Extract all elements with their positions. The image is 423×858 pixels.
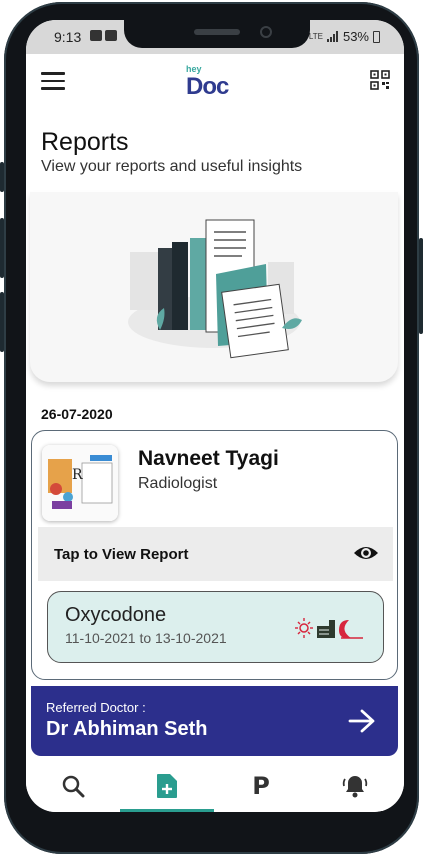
- p-icon: P: [252, 772, 270, 800]
- signal-icon: [326, 31, 338, 42]
- view-report-label: Tap to View Report: [54, 546, 189, 563]
- afternoon-icon: [317, 620, 335, 638]
- report-card[interactable]: R Navneet Tyagi Radiologist Tap to View …: [31, 430, 398, 680]
- medicine-item[interactable]: Oxycodone 11-10-2021 to 13-10-2021: [47, 591, 384, 663]
- doctor-name: Navneet Tyagi: [138, 447, 279, 470]
- status-right: LTE 53%: [309, 29, 380, 44]
- medicine-name: Oxycodone: [65, 604, 167, 626]
- nav-reminders[interactable]: [308, 760, 402, 812]
- status-bar: 9:13 LTE 53%: [26, 20, 404, 54]
- doctor-specialty: Radiologist: [138, 475, 218, 492]
- referred-doctor-banner[interactable]: Referred Doctor : Dr Abhiman Seth: [31, 686, 398, 756]
- notification-icons: [90, 30, 117, 41]
- medicine-dates: 11-10-2021 to 13-10-2021: [65, 630, 227, 646]
- reports-illustration-card: [30, 192, 398, 382]
- battery-icon: [373, 30, 380, 43]
- report-date: 26-07-2020: [41, 406, 113, 422]
- referred-doctor-name: Dr Abhiman Seth: [46, 718, 208, 740]
- camera: [260, 26, 272, 38]
- dosage-timing-icons: [295, 618, 363, 639]
- referred-doctor-label: Referred Doctor :: [46, 700, 146, 715]
- bottom-navigation: P: [26, 760, 404, 812]
- hamburger-menu-icon[interactable]: [41, 72, 65, 90]
- page-subtitle: View your reports and useful insights: [41, 158, 303, 175]
- arrow-right-icon[interactable]: [348, 708, 376, 734]
- volume-button: [0, 292, 4, 352]
- nav-active-indicator: [120, 809, 214, 812]
- heydoc-logo: hey Doc: [186, 64, 246, 100]
- status-time: 9:13: [54, 29, 82, 45]
- add-document-icon: [157, 774, 177, 798]
- speaker: [194, 29, 240, 35]
- nav-pharmacy[interactable]: P: [214, 760, 308, 812]
- volume-button: [0, 218, 4, 278]
- prescription-image: R: [42, 445, 118, 521]
- search-icon: [62, 775, 85, 798]
- bell-icon: [342, 776, 368, 798]
- app-header: hey Doc: [26, 54, 404, 106]
- nav-search[interactable]: [26, 760, 120, 812]
- report-thumbnail: R: [42, 445, 118, 521]
- view-report-button[interactable]: Tap to View Report: [38, 527, 393, 581]
- eye-icon: [354, 547, 378, 559]
- gallery-icon: [90, 30, 102, 41]
- power-button: [419, 238, 423, 334]
- morning-sun-icon: [295, 618, 313, 638]
- night-moon-icon: [339, 620, 363, 639]
- qr-code-icon[interactable]: [370, 70, 390, 90]
- page-title: Reports: [41, 128, 129, 156]
- app-notification-icon: [105, 30, 117, 41]
- network-type: LTE: [308, 32, 323, 41]
- reports-illustration: [128, 219, 302, 359]
- screen: 9:13 LTE 53% hey Doc Reports View your r…: [26, 20, 404, 812]
- battery-percent: 53%: [342, 29, 369, 44]
- nav-reports[interactable]: [120, 760, 214, 812]
- logo-doc-text: Doc: [186, 73, 229, 100]
- phone-frame: 9:13 LTE 53% hey Doc Reports View your r…: [0, 2, 423, 854]
- volume-button: [0, 162, 4, 192]
- notch: [124, 20, 310, 48]
- svg-text:R: R: [72, 467, 83, 483]
